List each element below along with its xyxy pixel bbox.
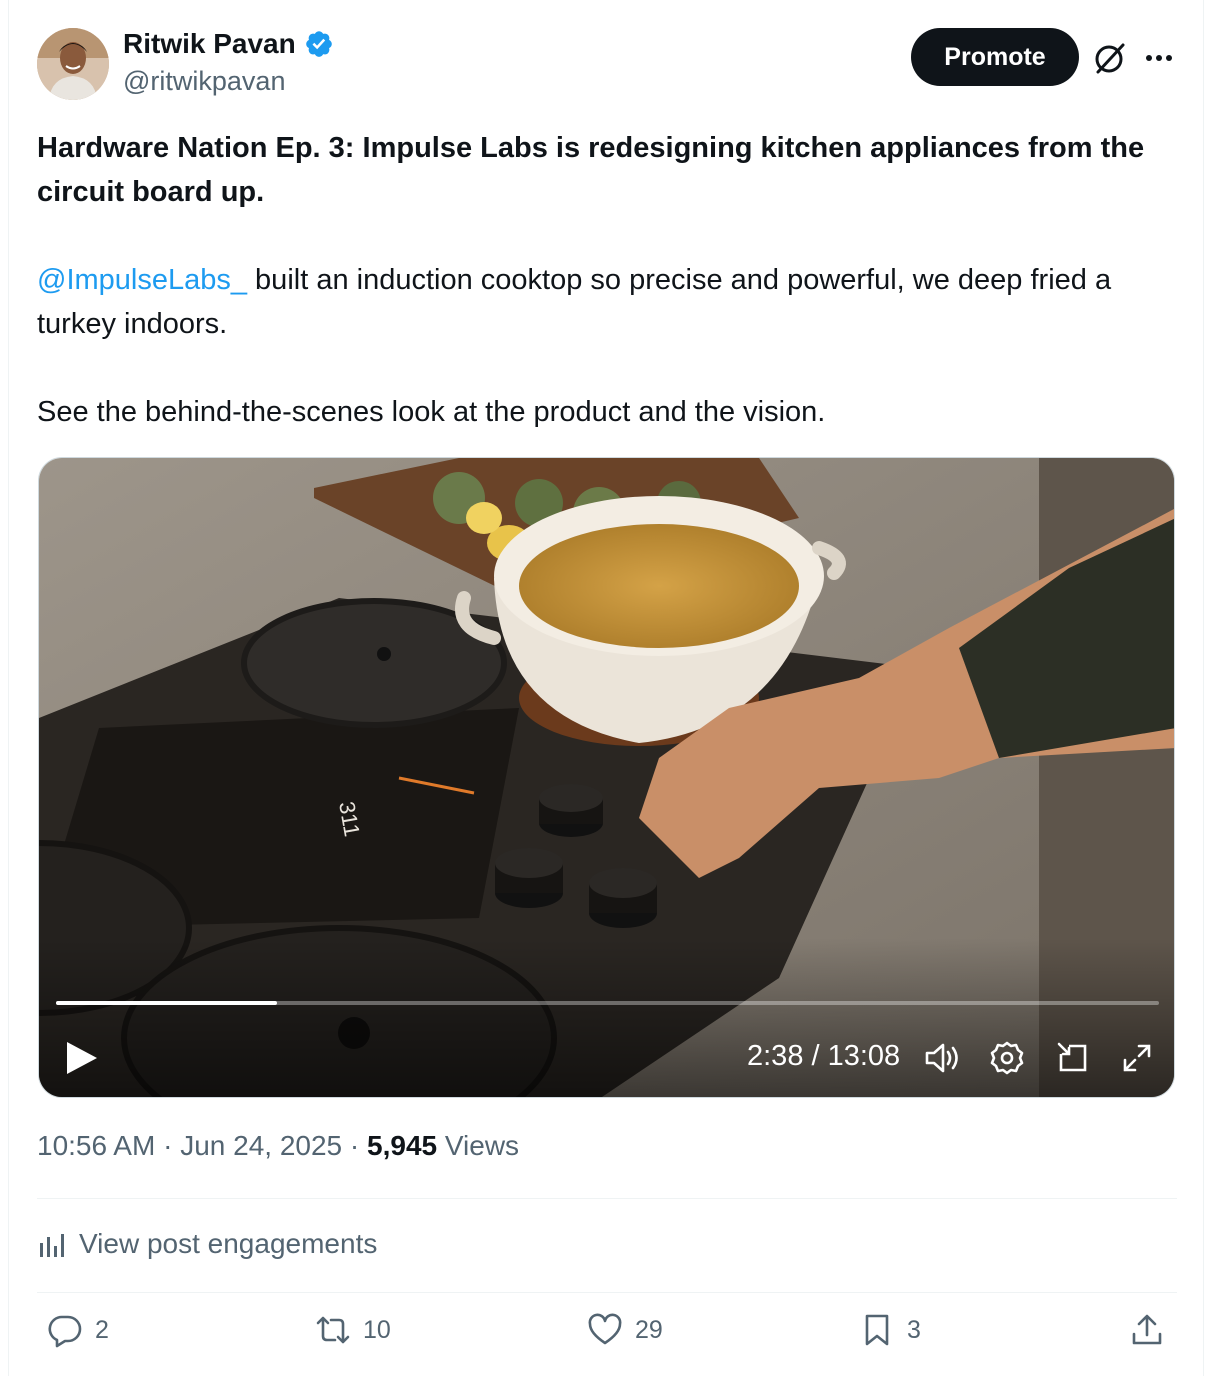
reply-button[interactable]: 2 [47, 1312, 109, 1348]
divider [37, 1292, 1177, 1293]
verified-badge-icon [304, 29, 334, 59]
mention-link[interactable]: @ImpulseLabs_ [37, 264, 247, 296]
author-name-text[interactable]: Ritwik Pavan [123, 28, 296, 60]
post-paragraph: @ImpulseLabs_ built an induction cooktop… [37, 258, 1177, 346]
more-icon[interactable] [1142, 44, 1176, 72]
heart-icon [588, 1313, 622, 1345]
divider [37, 1198, 1177, 1199]
view-engagements-label[interactable]: View post engagements [79, 1228, 377, 1260]
view-engagements-link[interactable]: View post engagements [37, 1228, 377, 1260]
fullscreen-icon[interactable] [1119, 1040, 1155, 1076]
reply-icon [48, 1315, 82, 1348]
post-time[interactable]: 10:56 AM [37, 1130, 155, 1161]
bookmark-count: 3 [907, 1315, 921, 1344]
action-bar: 2 10 29 3 [37, 1312, 1177, 1362]
views-label: Views [444, 1130, 520, 1161]
play-icon[interactable] [61, 1038, 101, 1078]
avatar[interactable] [37, 28, 109, 100]
video-progress-bar[interactable] [56, 1001, 1159, 1005]
volume-icon[interactable] [923, 1040, 963, 1076]
post-date[interactable]: Jun 24, 2025 [180, 1130, 342, 1161]
analytics-icon [40, 1234, 64, 1257]
grok-icon[interactable] [1092, 40, 1128, 76]
like-count: 29 [635, 1315, 663, 1344]
repost-button[interactable]: 10 [315, 1312, 391, 1348]
repost-icon [316, 1316, 350, 1344]
pip-icon[interactable] [1055, 1040, 1091, 1076]
repost-count: 10 [363, 1315, 391, 1344]
bookmark-icon [865, 1314, 889, 1346]
share-icon [1132, 1314, 1162, 1345]
post-paragraph-cta: See the behind-the-scenes look at the pr… [37, 396, 826, 428]
video-progress-fill [56, 1001, 277, 1005]
post-headline: Hardware Nation Ep. 3: Impulse Labs is r… [37, 132, 1145, 208]
bookmark-button[interactable]: 3 [859, 1312, 921, 1348]
author-name[interactable]: Ritwik Pavan [123, 28, 334, 60]
views-count: 5,945 [367, 1130, 438, 1161]
settings-icon[interactable] [989, 1040, 1025, 1076]
share-button[interactable] [1129, 1312, 1165, 1348]
reply-count: 2 [95, 1315, 109, 1344]
like-button[interactable]: 29 [587, 1312, 663, 1348]
video-time: 2:38 / 13:08 [747, 1040, 901, 1072]
author-handle[interactable]: @ritwikpavan [123, 66, 285, 97]
post-meta: 10:56 AM · Jun 24, 2025 · 5,945 Views [37, 1130, 520, 1161]
video-player[interactable]: 311 2:38 / 13:08 [38, 457, 1175, 1098]
promote-button[interactable]: Promote [911, 28, 1079, 86]
